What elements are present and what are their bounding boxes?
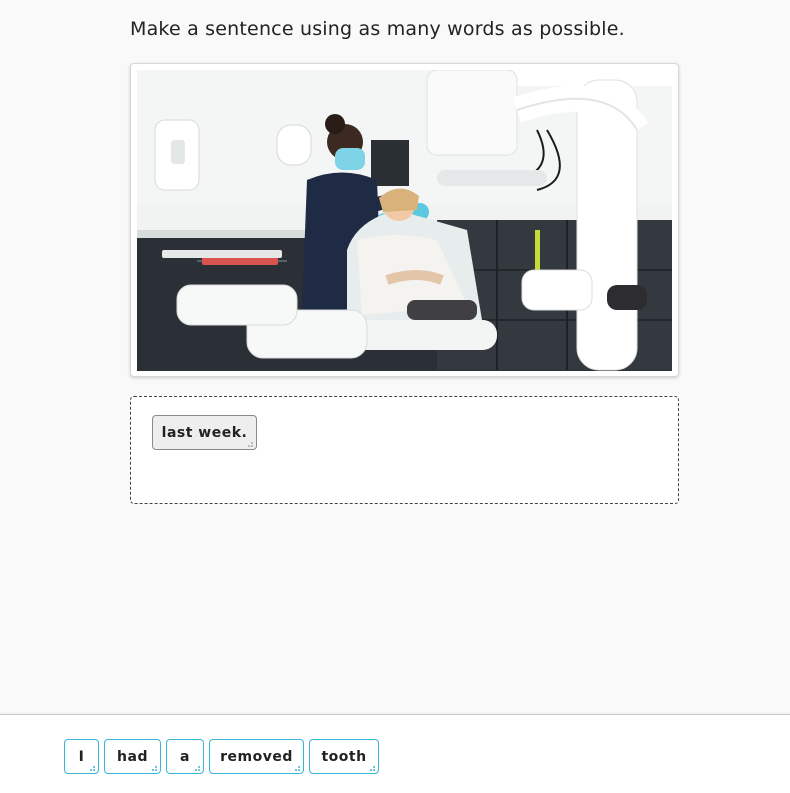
drag-grip-icon bbox=[150, 764, 157, 771]
drag-grip-icon bbox=[193, 764, 200, 771]
word-tile-removed[interactable]: removed bbox=[209, 739, 304, 774]
word-tile-label: had bbox=[117, 748, 148, 765]
drag-grip-icon bbox=[368, 764, 375, 771]
instruction-text: Make a sentence using as many words as p… bbox=[130, 18, 625, 40]
answer-drop-zone[interactable]: last week. bbox=[130, 396, 679, 504]
dental-clinic-image bbox=[137, 70, 672, 371]
drag-grip-icon bbox=[293, 764, 300, 771]
placed-word-label: last week. bbox=[161, 424, 248, 441]
word-bank: I had a removed tooth bbox=[0, 714, 790, 793]
word-tile-label: removed bbox=[220, 748, 293, 765]
drag-grip-icon bbox=[246, 440, 253, 447]
drag-grip-icon bbox=[88, 764, 95, 771]
word-tile-label: a bbox=[180, 748, 190, 765]
placed-word-tile[interactable]: last week. bbox=[152, 415, 257, 450]
word-tile-had[interactable]: had bbox=[104, 739, 161, 774]
word-tile-label: tooth bbox=[321, 748, 367, 765]
word-tile-tooth[interactable]: tooth bbox=[309, 739, 379, 774]
dental-clinic-photo bbox=[130, 63, 679, 377]
word-tile-i[interactable]: I bbox=[64, 739, 99, 774]
word-tile-label: I bbox=[78, 748, 85, 765]
word-tile-a[interactable]: a bbox=[166, 739, 204, 774]
